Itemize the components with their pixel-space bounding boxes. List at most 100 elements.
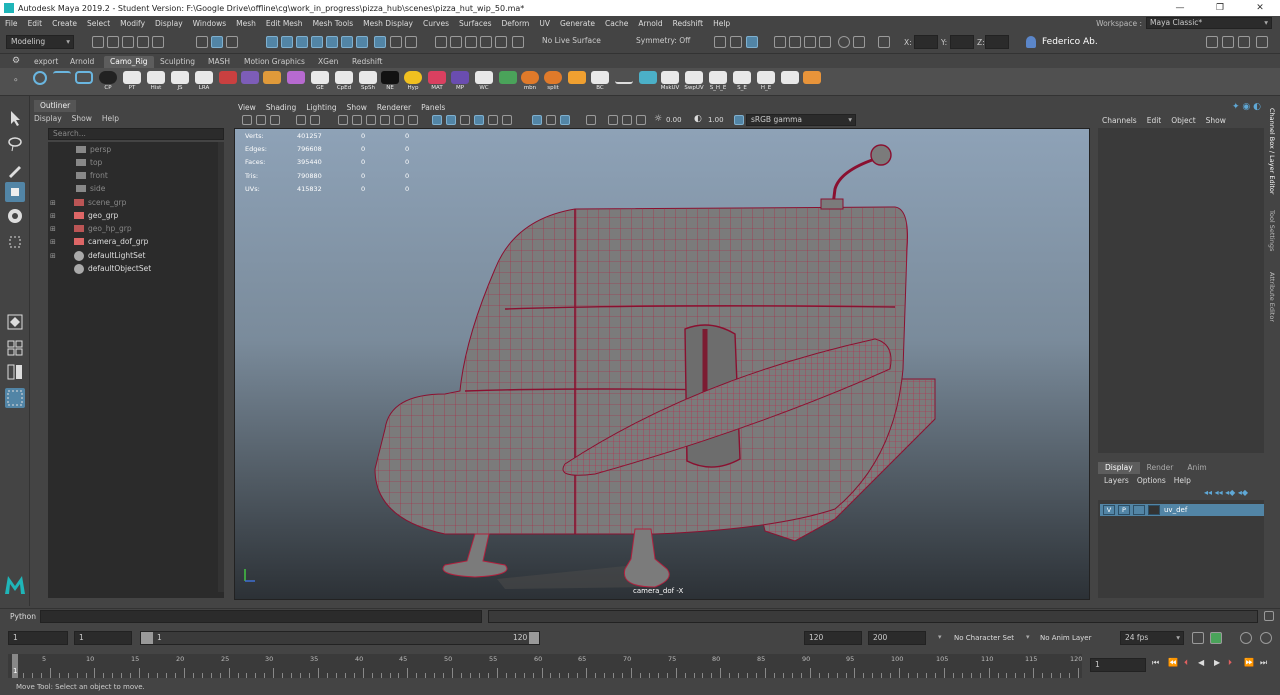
attribute-editor-toggle-icon[interactable] (1222, 36, 1234, 48)
magnet-icon[interactable] (512, 36, 524, 48)
shelf-tab-arnold[interactable]: Arnold (64, 56, 100, 68)
ipr-render-icon[interactable] (774, 36, 786, 48)
layer-type-toggle[interactable] (1133, 505, 1145, 515)
shelf-measure-icon[interactable] (614, 71, 634, 93)
tab-tool-settings[interactable]: Tool Settings (1268, 210, 1276, 251)
symmetry-field[interactable]: Symmetry: Off (632, 35, 702, 49)
shelf-hourglass-icon[interactable] (286, 71, 306, 93)
prev-key-icon[interactable]: ⏴ (1184, 658, 1188, 668)
layer-visibility-toggle[interactable]: V (1103, 505, 1115, 515)
shelf-ik-icon[interactable] (262, 71, 282, 93)
safe-action-icon[interactable] (408, 115, 418, 125)
hypershade-icon[interactable] (804, 36, 816, 48)
backface-icon[interactable] (586, 115, 596, 125)
shelf-hist-button[interactable]: Hist (146, 71, 166, 93)
x-field[interactable] (914, 35, 938, 49)
menu-deform[interactable]: Deform (496, 19, 534, 28)
shelf-curve-icon[interactable] (52, 71, 72, 93)
menu-mesh-display[interactable]: Mesh Display (358, 19, 418, 28)
shelf-tab-sculpting[interactable]: Sculpting (154, 56, 201, 68)
shelf-mbn-button[interactable]: mbn (520, 71, 540, 93)
viewport-menu-panels[interactable]: Panels (421, 103, 445, 112)
menu-mesh-tools[interactable]: Mesh Tools (308, 19, 359, 28)
2d-pan-zoom-icon[interactable] (310, 115, 320, 125)
list-item[interactable]: defaultObjectSet (74, 262, 151, 275)
xray-icon[interactable] (546, 115, 556, 125)
shelf-wc-button[interactable]: WC (474, 71, 494, 93)
gamma-value[interactable]: 1.00 (708, 116, 724, 124)
loop-icon[interactable] (1192, 632, 1204, 644)
lock-selection-icon[interactable] (390, 36, 402, 48)
playback-speed-icon[interactable] (1260, 632, 1272, 644)
outliner-menu-help[interactable]: Help (102, 114, 119, 123)
shelf-joint-icon[interactable] (240, 71, 260, 93)
snap-point-icon[interactable] (465, 36, 477, 48)
shelf-hyp-button[interactable]: Hyp (403, 71, 423, 93)
outliner-tab[interactable]: Outliner (34, 100, 77, 112)
shelf-tab-xgen[interactable]: XGen (312, 56, 344, 68)
redo-icon[interactable] (152, 36, 164, 48)
menu-set-dropdown[interactable]: Modeling (6, 35, 74, 49)
film-gate-icon[interactable] (352, 115, 362, 125)
bookmark-icon[interactable] (270, 115, 280, 125)
live-surface-field[interactable]: No Live Surface (538, 35, 618, 49)
shelf-cped-button[interactable]: CpEd (334, 71, 354, 93)
layer-tab-anim[interactable]: Anim (1180, 462, 1213, 474)
resolution-gate-icon[interactable] (366, 115, 376, 125)
workspace-dropdown[interactable]: Maya Classic* (1146, 17, 1272, 29)
shelf-s-e-button[interactable]: S_E (732, 71, 752, 93)
select-by-hierarchy-icon[interactable] (196, 36, 208, 48)
shelf-arrows-icon[interactable] (802, 71, 822, 93)
outliner-layout-icon[interactable] (5, 388, 25, 408)
select-uv-icon[interactable] (311, 36, 323, 48)
gate-mask-icon[interactable] (380, 115, 390, 125)
layer-playback-toggle[interactable]: P (1118, 505, 1130, 515)
tab-attribute-editor[interactable]: Attribute Editor (1268, 272, 1276, 322)
menu-cache[interactable]: Cache (600, 19, 633, 28)
channel-menu-object[interactable]: Object (1171, 116, 1195, 125)
single-view-layout-icon[interactable] (5, 312, 25, 332)
pause-icon[interactable] (853, 36, 865, 48)
select-vertex-icon[interactable] (266, 36, 278, 48)
command-language-label[interactable]: Python (10, 612, 36, 621)
layer-tab-render[interactable]: Render (1140, 462, 1181, 474)
outliner-menu-display[interactable]: Display (34, 114, 62, 123)
menu-arnold[interactable]: Arnold (633, 19, 667, 28)
select-joint-icon[interactable] (356, 36, 368, 48)
viewport-menu-view[interactable]: View (238, 103, 256, 112)
shelf-mp-button[interactable]: MP (450, 71, 470, 93)
two-view-layout-icon[interactable] (5, 362, 25, 382)
channel-box-area[interactable] (1098, 128, 1264, 453)
viewport-menu-show[interactable]: Show (347, 103, 367, 112)
step-back-key-icon[interactable]: ⏪ (1168, 658, 1178, 667)
chevron-down-icon[interactable]: ▾ (938, 633, 942, 641)
playback-end-field[interactable]: 120 (804, 631, 862, 645)
shelf-tab-motion-graphics[interactable]: Motion Graphics (238, 56, 311, 68)
menu-surfaces[interactable]: Surfaces (454, 19, 496, 28)
menu-modify[interactable]: Modify (115, 19, 150, 28)
hud-icon[interactable] (608, 115, 618, 125)
ambient-occlusion-icon[interactable] (502, 115, 512, 125)
layer-color-swatch[interactable] (1148, 505, 1160, 515)
play-backward-icon[interactable]: ◀ (1198, 658, 1204, 667)
chevron-down-icon[interactable]: ▾ (1026, 633, 1030, 641)
shelf-ge-button[interactable]: GE (310, 71, 330, 93)
y-field[interactable] (950, 35, 974, 49)
script-editor-icon[interactable] (1264, 611, 1274, 621)
list-item[interactable]: side (76, 182, 105, 195)
tool-settings-toggle-icon[interactable] (1238, 36, 1250, 48)
modeling-toolkit-icon[interactable] (878, 36, 890, 48)
shelf-pt-button[interactable]: PT (122, 71, 142, 93)
shelf-bc-button[interactable]: BC (590, 71, 610, 93)
shelf-cube-icon[interactable] (780, 71, 800, 93)
shelf-tab-export[interactable]: export (28, 56, 64, 68)
select-by-object-icon[interactable] (211, 36, 223, 48)
list-item[interactable]: ⊞ scene_grp (50, 196, 126, 209)
light-editor-icon[interactable] (838, 36, 850, 48)
time-ruler[interactable]: 1 5 10 15 20 25 30 35 40 45 50 55 60 65 70 75 80 85 90 95 1… (8, 654, 1082, 678)
shelf-h-e-button[interactable]: H_E (756, 71, 776, 93)
shelf-paint-icon[interactable] (218, 71, 238, 93)
four-view-layout-icon[interactable] (5, 338, 25, 358)
close-button[interactable]: ✕ (1240, 0, 1280, 16)
move-tool-icon[interactable] (5, 182, 25, 202)
